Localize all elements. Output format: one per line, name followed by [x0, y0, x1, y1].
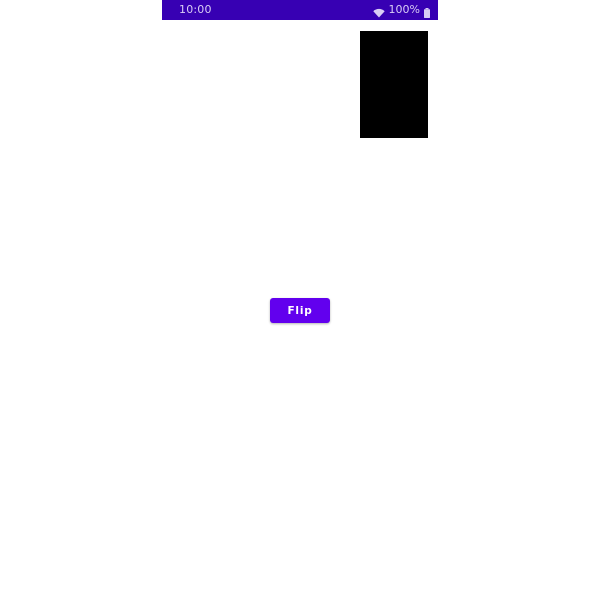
status-indicators: 100%: [372, 0, 430, 20]
phone-screen: 10:00 100% Flip: [162, 0, 438, 600]
status-time: 10:00: [179, 3, 212, 16]
flip-button[interactable]: Flip: [270, 298, 330, 323]
app-content: Flip: [162, 20, 438, 600]
status-bar: 10:00 100%: [162, 0, 438, 20]
battery-icon: [424, 5, 430, 18]
wifi-icon: [372, 5, 385, 18]
battery-percent: 100%: [388, 3, 420, 16]
flip-card: [360, 31, 428, 138]
screen: 10:00 100% Flip: [0, 0, 600, 600]
